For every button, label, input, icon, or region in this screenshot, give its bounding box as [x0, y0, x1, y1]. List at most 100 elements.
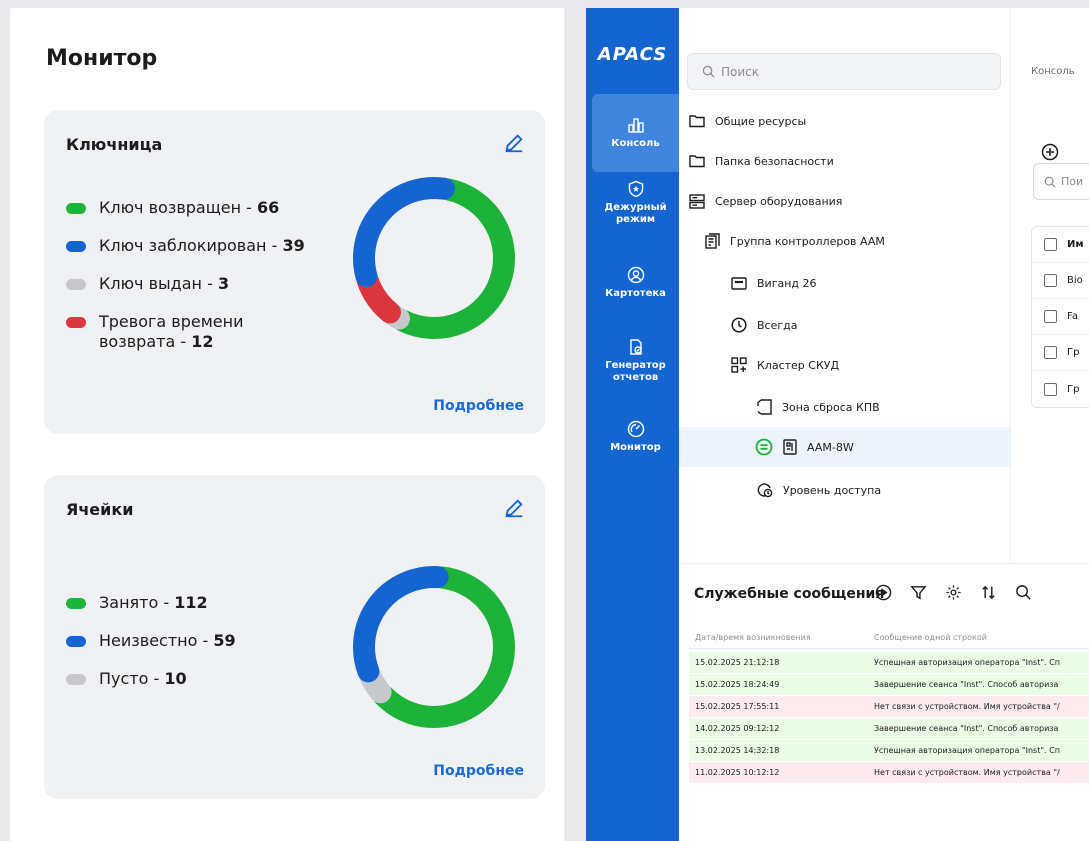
chart-legend: Ключ возвращен - 66 Ключ заблокирован - … [66, 198, 306, 370]
search-icon[interactable] [1015, 584, 1032, 601]
column-header-date[interactable]: Дата/время возникновения [689, 633, 874, 642]
row-checkbox[interactable] [1044, 274, 1057, 287]
panel-title: Служебные сообщения [694, 586, 885, 602]
sidebar-item-label: Генератор отчетов [605, 360, 666, 383]
edit-icon[interactable] [503, 497, 525, 519]
sidebar: APACS Консоль Дежурный режим Картотека Г… [586, 8, 679, 841]
content-panel: Консоль Пои Им Bio Fa Гр Гр [1010, 8, 1089, 563]
edit-icon[interactable] [503, 132, 525, 154]
user-circle-icon [627, 266, 644, 284]
row-checkbox[interactable] [1044, 346, 1057, 359]
play-icon[interactable] [875, 584, 892, 601]
legend-swatch [66, 241, 86, 252]
access-level-icon [757, 483, 773, 498]
table-row[interactable]: Bio [1032, 263, 1089, 299]
tree-item-selected[interactable]: AAM-8W [679, 427, 1010, 467]
tree-item[interactable]: Группа контроллеров AAM [679, 221, 1010, 261]
cells-card: Ячейки Занято - 112 Неизвестно - 59 Пуст… [44, 475, 545, 799]
table-row[interactable]: Гр [1032, 335, 1089, 371]
tree-item[interactable]: Папка безопасности [679, 141, 1010, 181]
row-checkbox[interactable] [1044, 382, 1057, 396]
folder-icon [689, 115, 705, 128]
chart-legend: Занято - 112 Неизвестно - 59 Пусто - 10 [66, 593, 306, 707]
legend-item: Занято - 112 [66, 593, 306, 613]
sidebar-item-duty-mode[interactable]: Дежурный режим [592, 180, 679, 250]
legend-swatch [66, 317, 86, 328]
status-ok-icon [755, 438, 773, 456]
tree-item[interactable]: Уровень доступа [679, 470, 1010, 510]
search-placeholder: Пои [1061, 175, 1084, 188]
tree-item[interactable]: Общие ресурсы [679, 101, 1010, 141]
tree-item-label: Общие ресурсы [715, 114, 807, 128]
table-row[interactable]: Гр [1032, 371, 1089, 407]
legend-item: Тревога времени возврата - 12 [66, 312, 306, 352]
sidebar-item-console[interactable]: Консоль [592, 94, 679, 172]
sidebar-item-report-generator[interactable]: Генератор отчетов [592, 338, 679, 408]
card-title: Ключница [66, 135, 163, 154]
table-row[interactable]: 15.02.2025 18:24:49 Завершение сеанса "In… [689, 674, 1089, 696]
sidebar-item-label: Картотека [605, 288, 666, 299]
filter-icon[interactable] [910, 584, 927, 601]
search-placeholder: Поиск [721, 64, 760, 79]
tree-item[interactable]: Всегда [679, 305, 1010, 345]
breadcrumb[interactable]: Консоль [1031, 66, 1075, 77]
table-row[interactable]: 13.02.2025 14:32:18 Успешная авторизация … [689, 740, 1089, 762]
legend-swatch [66, 674, 86, 685]
table-row[interactable]: Fa [1032, 299, 1089, 335]
sidebar-item-card-index[interactable]: Картотека [592, 266, 679, 316]
folder-icon [689, 155, 705, 168]
tree-search-input[interactable]: Поиск [687, 53, 1001, 90]
monitor-panel: Монитор Ключница Ключ возвращен - 66 Клю… [10, 8, 564, 841]
chart-icon [627, 118, 644, 133]
legend-swatch [66, 203, 86, 214]
legend-item: Ключ заблокирован - 39 [66, 236, 306, 256]
legend-item: Ключ возвращен - 66 [66, 198, 306, 218]
tree-item-label: Всегда [757, 318, 798, 332]
legend-item: Ключ выдан - 3 [66, 274, 306, 294]
tree-item[interactable]: Сервер оборудования [679, 181, 1010, 221]
column-header-message[interactable]: Сообщение одной строкой [874, 633, 1089, 642]
objects-table: Им Bio Fa Гр Гр [1031, 226, 1089, 408]
search-icon [702, 65, 715, 78]
add-icon[interactable] [1041, 143, 1059, 161]
tree-item-label: Уровень доступа [783, 483, 882, 497]
sidebar-item-label: Дежурный режим [604, 202, 667, 225]
more-link[interactable]: Подробнее [433, 763, 524, 779]
tree-item[interactable]: Зона сброса КПВ [679, 387, 1010, 427]
card-reader-icon [731, 276, 747, 290]
tree-item-label: AAM-8W [807, 440, 854, 454]
donut-segment [353, 177, 455, 288]
tree-item[interactable]: Кластер СКУД [679, 345, 1010, 385]
service-messages-panel: Служебные сообщения Дата/время возникнов… [679, 563, 1089, 841]
select-all-checkbox[interactable] [1044, 238, 1057, 251]
donut-segment [372, 566, 515, 728]
donut-segment [392, 178, 515, 339]
legend-swatch [66, 598, 86, 609]
brand-logo: APACS [597, 44, 668, 65]
cluster-icon [731, 357, 747, 373]
table-row[interactable]: 11.02.2025 10:12:12 Нет связи с устройств… [689, 762, 1089, 784]
clock-icon [731, 317, 747, 333]
messages-table-header: Дата/время возникновения Сообщение одной… [689, 627, 1089, 649]
sidebar-item-monitor[interactable]: Монитор [592, 420, 679, 470]
legend-swatch [66, 279, 86, 290]
table-row[interactable]: 15.02.2025 21:12:18 Успешная авторизация … [689, 652, 1089, 674]
gear-icon[interactable] [945, 584, 962, 601]
tree-item[interactable]: Виганд 26 [679, 263, 1010, 303]
report-icon [629, 339, 642, 355]
table-row[interactable]: 14.02.2025 09:12:12 Завершение сеанса "In… [689, 718, 1089, 740]
tree-item-label: Виганд 26 [757, 276, 817, 290]
more-link[interactable]: Подробнее [433, 398, 524, 414]
tree-item-label: Кластер СКУД [757, 358, 840, 372]
key-cabinet-card: Ключница Ключ возвращен - 66 Ключ заблок… [44, 110, 545, 434]
tree-item-label: Группа контроллеров AAM [730, 234, 885, 248]
tree-item-label: Папка безопасности [715, 154, 834, 168]
server-icon [689, 193, 705, 209]
shield-icon [628, 180, 643, 198]
row-checkbox[interactable] [1044, 310, 1057, 323]
table-row[interactable]: 15.02.2025 17:55:11 Нет связи с устройств… [689, 696, 1089, 718]
page-title: Монитор [46, 46, 158, 71]
content-search-input[interactable]: Пои [1033, 163, 1089, 200]
sort-icon[interactable] [980, 584, 997, 601]
device-icon [783, 439, 797, 455]
